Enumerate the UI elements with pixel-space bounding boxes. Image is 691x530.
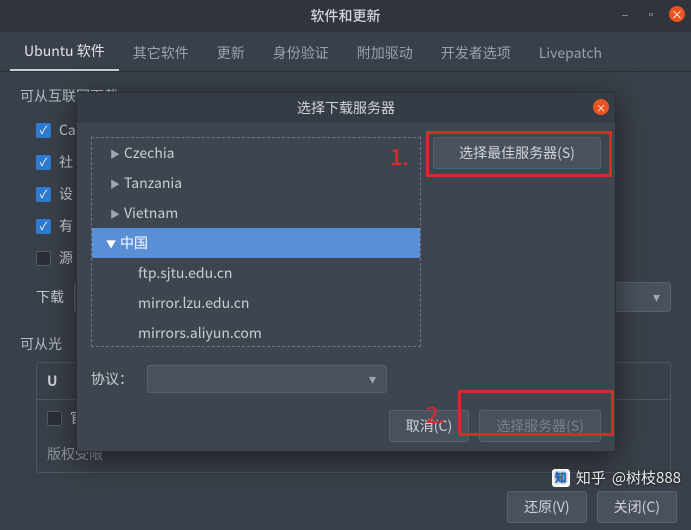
tree-item-country[interactable]: ▶ Czechia [92, 138, 420, 168]
watermark-brand: 知乎 [576, 467, 606, 488]
tab-additional-drivers[interactable]: 附加驱动 [343, 33, 427, 71]
checkbox-unchecked-icon[interactable] [47, 411, 62, 426]
revert-button[interactable]: 还原(V) [507, 491, 587, 523]
chevron-down-icon: ▾ [653, 287, 660, 307]
chevron-right-icon: ▶ [110, 206, 118, 221]
check-label: 源 [59, 248, 73, 268]
tree-mirror-item[interactable]: ftp.sjtu.edu.cn [92, 258, 420, 288]
minimize-icon[interactable]: – [617, 6, 633, 22]
tree-item-country[interactable]: ▶ Tanzania [92, 168, 420, 198]
main-footer: 还原(V) 关闭(C) [0, 484, 691, 530]
tree-item-country-selected[interactable]: ▼ 中国 [92, 228, 420, 258]
tree-item-label: Vietnam [124, 203, 178, 223]
close-icon[interactable]: × [669, 6, 685, 22]
main-titlebar: 软件和更新 – ▫ × [0, 0, 691, 32]
protocol-label: 协议： [91, 369, 133, 389]
checkbox-checked-icon[interactable]: ✓ [36, 123, 51, 138]
tree-item-label: 中国 [120, 233, 148, 253]
checkbox-checked-icon[interactable]: ✓ [36, 155, 51, 170]
dialog-titlebar: 选择下载服务器 × [77, 93, 615, 123]
zhihu-logo-icon: 知 [552, 469, 570, 487]
tab-bar: Ubuntu 软件 其它软件 更新 身份验证 附加驱动 开发者选项 Livepa… [0, 32, 691, 72]
chevron-down-icon: ▼ [106, 236, 114, 251]
tab-developer-options[interactable]: 开发者选项 [427, 33, 525, 71]
dialog-title: 选择下载服务器 [297, 98, 395, 118]
choose-server-button[interactable]: 选择服务器(S) [479, 410, 601, 442]
cancel-button[interactable]: 取消(C) [389, 410, 469, 442]
zhihu-watermark: 知 知乎 @树枝888 [552, 467, 681, 488]
check-label: 有 [59, 216, 73, 236]
chevron-down-icon: ▾ [369, 369, 376, 389]
server-tree[interactable]: ▶ Czechia ▶ Tanzania ▶ Vietnam ▼ 中国 ftp.… [91, 137, 421, 347]
chevron-right-icon: ▶ [110, 146, 118, 161]
main-title: 软件和更新 [311, 6, 381, 26]
checkbox-checked-icon[interactable]: ✓ [36, 219, 51, 234]
select-best-server-button[interactable]: 选择最佳服务器(S) [433, 137, 601, 169]
tree-mirror-item[interactable]: mirror.lzu.edu.cn [92, 288, 420, 318]
chevron-right-icon: ▶ [110, 176, 118, 191]
check-label: 设 [59, 184, 73, 204]
tab-ubuntu-software[interactable]: Ubuntu 软件 [10, 31, 119, 71]
dialog-right-pane: 选择最佳服务器(S) [433, 137, 601, 393]
download-label: 下载 [36, 287, 64, 307]
dialog-body: ▶ Czechia ▶ Tanzania ▶ Vietnam ▼ 中国 ftp.… [77, 123, 615, 401]
tab-other-software[interactable]: 其它软件 [119, 33, 203, 71]
tab-updates[interactable]: 更新 [203, 33, 259, 71]
tab-authentication[interactable]: 身份验证 [259, 33, 343, 71]
watermark-user: @树枝888 [612, 467, 681, 488]
tab-livepatch[interactable]: Livepatch [525, 33, 616, 71]
close-button[interactable]: 关闭(C) [597, 491, 677, 523]
protocol-select[interactable]: ▾ [147, 365, 387, 393]
check-label: 社 [59, 152, 73, 172]
tree-item-label: Tanzania [124, 173, 182, 193]
check-label: Ca [59, 120, 76, 140]
checkbox-unchecked-icon[interactable] [36, 251, 51, 266]
tree-item-label: Czechia [124, 143, 175, 163]
maximize-icon[interactable]: ▫ [643, 6, 659, 22]
window-controls: – ▫ × [617, 6, 685, 22]
tree-mirror-item[interactable]: mirrors.aliyun.com [92, 318, 420, 347]
choose-server-dialog: 选择下载服务器 × ▶ Czechia ▶ Tanzania ▶ Vietnam… [76, 92, 616, 452]
tree-item-country[interactable]: ▶ Vietnam [92, 198, 420, 228]
protocol-row: 协议： ▾ [91, 365, 387, 393]
dialog-footer: 取消(C) 选择服务器(S) [77, 401, 615, 451]
checkbox-checked-icon[interactable]: ✓ [36, 187, 51, 202]
dialog-close-icon[interactable]: × [593, 99, 609, 115]
